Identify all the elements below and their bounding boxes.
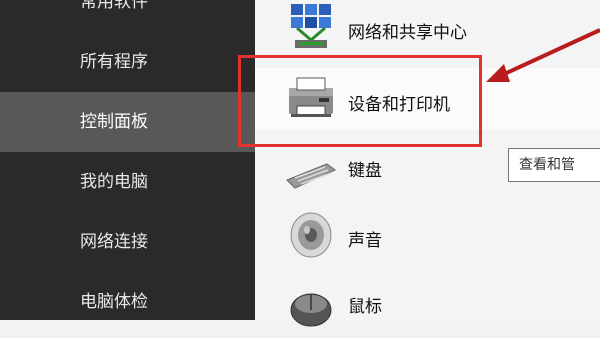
mouse-label: 鼠标 xyxy=(348,297,382,317)
sound-label: 声音 xyxy=(348,231,382,251)
sidebar-item-control-panel[interactable]: 控制面板 xyxy=(0,92,255,152)
highlight-box xyxy=(238,55,482,147)
sidebar: 常用软件 所有程序 控制面板 我的电脑 网络连接 电脑体检 xyxy=(0,0,255,320)
tooltip: 查看和管 xyxy=(508,148,600,182)
sidebar-item-my-computer[interactable]: 我的电脑 xyxy=(0,152,255,212)
sound-item[interactable]: 声音 xyxy=(255,206,600,268)
keyboard-icon xyxy=(286,163,336,189)
mouse-icon xyxy=(290,293,332,327)
keyboard-label: 键盘 xyxy=(348,161,382,181)
sidebar-item-pc-checkup[interactable]: 电脑体检 xyxy=(0,272,255,332)
speaker-icon xyxy=(290,212,332,258)
sidebar-item-all-programs[interactable]: 所有程序 xyxy=(0,32,255,92)
network-sharing-center-item[interactable]: 网络和共享中心 xyxy=(255,0,600,60)
network-sharing-center-label: 网络和共享中心 xyxy=(348,23,467,43)
tooltip-text: 查看和管 xyxy=(519,157,575,173)
network-icon xyxy=(291,4,331,48)
sidebar-item-network-connection[interactable]: 网络连接 xyxy=(0,212,255,272)
mouse-item[interactable]: 鼠标 xyxy=(255,276,600,338)
sidebar-item-common-software[interactable]: 常用软件 xyxy=(0,0,255,32)
